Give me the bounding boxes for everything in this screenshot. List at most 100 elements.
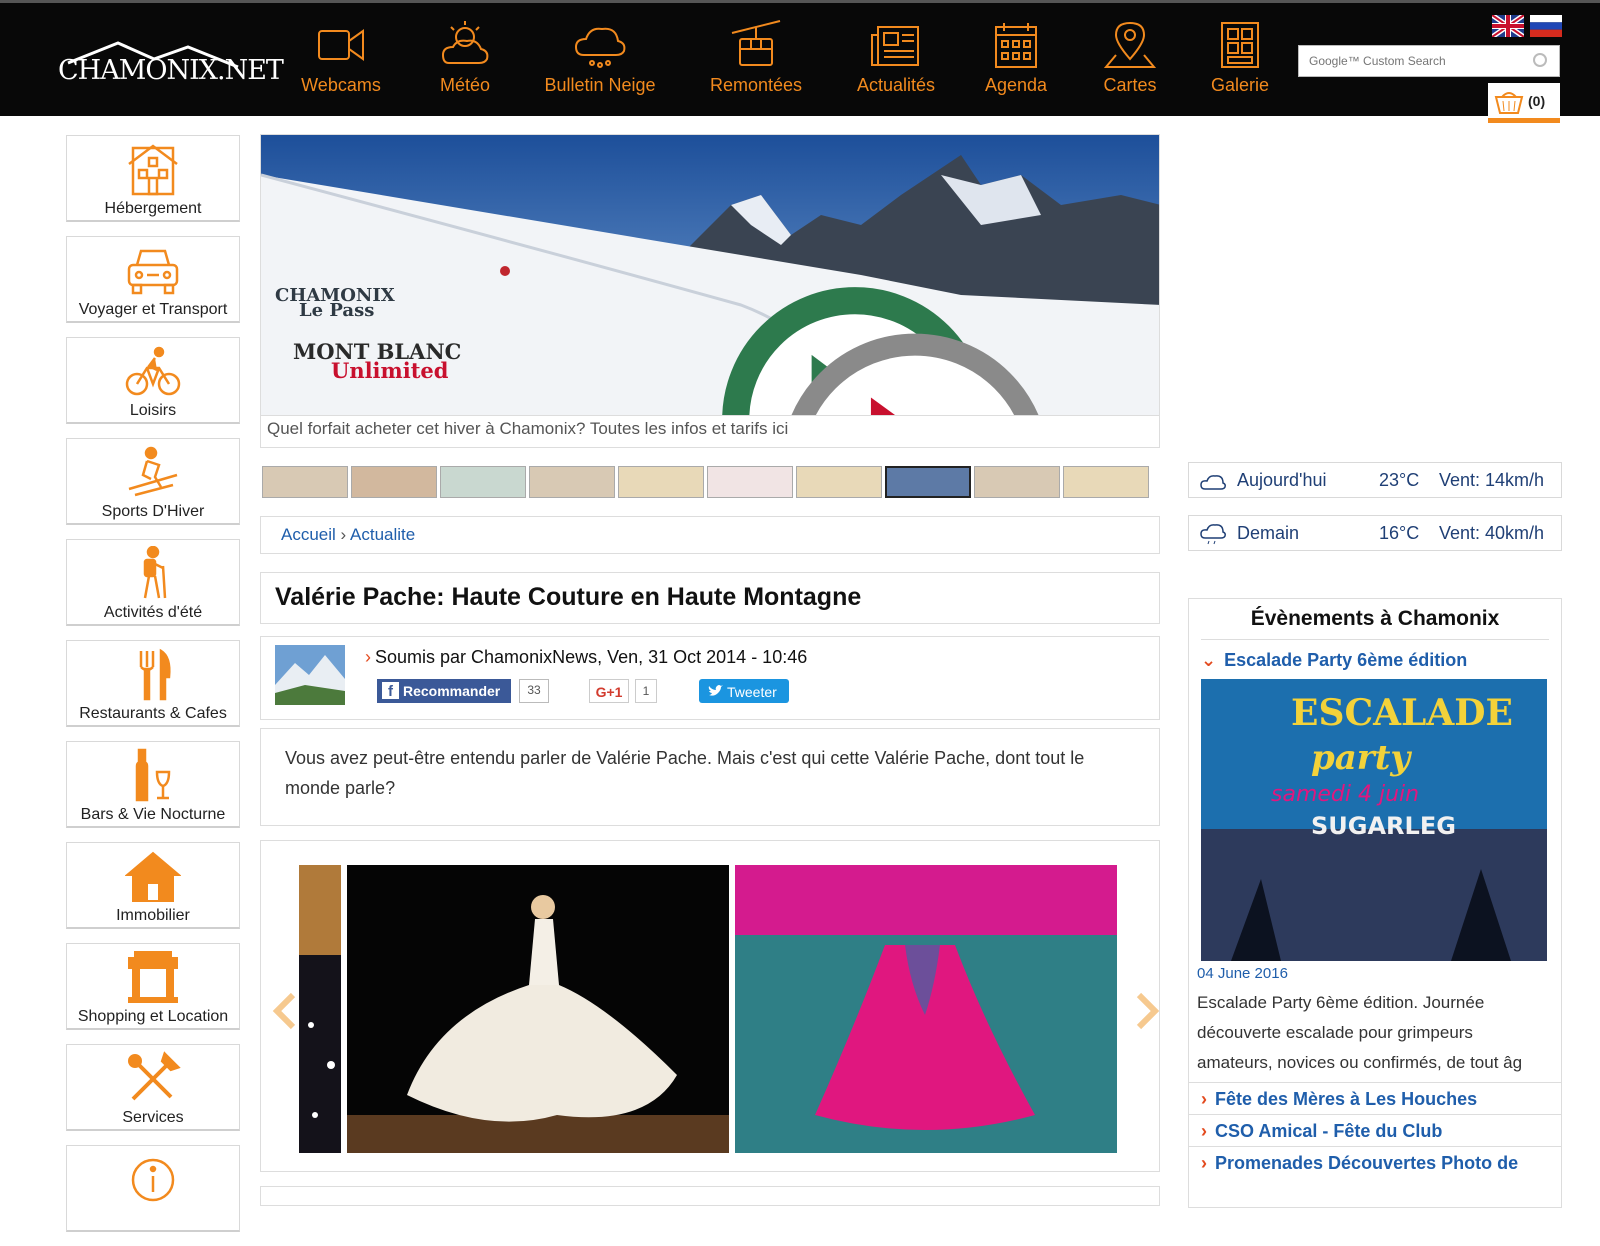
nav-actualites[interactable]: Actualités xyxy=(846,19,946,99)
newspaper-icon xyxy=(871,26,919,66)
weather-today[interactable]: Aujourd'hui 23°C Vent: 14km/h xyxy=(1188,462,1562,498)
carousel-photo-partial[interactable] xyxy=(299,865,341,1153)
gallery-icon xyxy=(1221,22,1259,68)
article-title: Valérie Pache: Haute Couture en Haute Mo… xyxy=(275,583,862,611)
breadcrumb-current-link[interactable]: Actualite xyxy=(350,525,415,544)
search-box xyxy=(1298,45,1560,77)
carousel-photo-dancer[interactable] xyxy=(347,865,729,1153)
banner-thumbnail[interactable] xyxy=(707,466,793,498)
search-input[interactable] xyxy=(1299,46,1519,76)
event-poster-image[interactable]: ESCALADE party samedi 4 juin SUGARLEG xyxy=(1201,679,1547,961)
sidebar-item-label: Voyager et Transport xyxy=(78,301,228,318)
cart-button[interactable]: (0) xyxy=(1488,83,1560,123)
sidebar-item-loisirs[interactable]: Loisirs xyxy=(66,337,240,424)
chevron-right-icon: › xyxy=(1201,1121,1207,1141)
nav-cartes[interactable]: Cartes xyxy=(1090,19,1170,99)
carousel-prev-arrow-icon[interactable] xyxy=(271,991,297,1031)
nav-bulletin-neige[interactable]: Bulletin Neige xyxy=(540,19,660,99)
skier-icon xyxy=(128,446,178,497)
sidebar-item-label: Activités d'été xyxy=(103,604,203,621)
sidebar-item-services[interactable]: Services xyxy=(66,1044,240,1131)
hero-banner[interactable]: CHAMONIX Le Pass MONT BLANC Unlimited xyxy=(260,134,1160,416)
banner-thumbnail[interactable] xyxy=(618,466,704,498)
facebook-label: Recommander xyxy=(403,683,501,699)
le-pass-logo: CHAMONIX Le Pass xyxy=(275,285,395,321)
breadcrumb-home-link[interactable]: Accueil xyxy=(281,525,336,544)
sidebar-item-label: Loisirs xyxy=(129,402,177,419)
banner-caption[interactable]: Quel forfait acheter cet hiver à Chamoni… xyxy=(260,416,1160,448)
event-link[interactable]: › Promenades Découvertes Photo de xyxy=(1189,1146,1561,1178)
cart-count: (0) xyxy=(1528,93,1546,109)
google-plus-count: 1 xyxy=(635,679,657,703)
language-switcher xyxy=(1490,15,1563,37)
nav-label: Remontées xyxy=(709,75,803,95)
poster-text: party xyxy=(1311,738,1412,778)
nav-agenda[interactable]: Agenda xyxy=(976,19,1056,99)
event-excerpt-line: Escalade Party 6ème édition. Journée xyxy=(1197,993,1485,1012)
photo-carousel xyxy=(260,840,1160,1172)
event-date: 04 June 2016 xyxy=(1197,965,1288,982)
byline: › Soumis par ChamonixNews, Ven, 31 Oct 20… xyxy=(365,647,807,668)
facebook-recommend-button[interactable]: f Recommander xyxy=(377,679,511,703)
search-icon[interactable] xyxy=(1531,51,1551,71)
site-logo[interactable]: CHAMONIX.NET xyxy=(58,37,284,87)
banner-thumbnail-active[interactable] xyxy=(885,466,971,498)
banner-thumbnail[interactable] xyxy=(262,466,348,498)
banner-thumbnail[interactable] xyxy=(1063,466,1149,498)
shop-icon xyxy=(128,951,178,1003)
banner-thumbnail[interactable] xyxy=(440,466,526,498)
sidebar-item-activites-ete[interactable]: Activités d'été xyxy=(66,539,240,626)
nav-remontees[interactable]: Remontées xyxy=(706,19,806,99)
mont-blanc-emblem-icon xyxy=(791,333,1039,415)
sidebar-item-sports-hiver[interactable]: Sports D'Hiver xyxy=(66,438,240,525)
poster-text: samedi 4 juin xyxy=(1271,782,1419,807)
sidebar-item-label: Sports D'Hiver xyxy=(101,503,205,520)
sidebar-item-restaurants[interactable]: Restaurants & Cafes xyxy=(66,640,240,727)
weather-tomorrow[interactable]: Demain 16°C Vent: 40km/h xyxy=(1188,515,1562,551)
banner-thumbnail[interactable] xyxy=(529,466,615,498)
event-featured-link[interactable]: ⌄ Escalade Party 6ème édition xyxy=(1201,650,1549,671)
nav-label: Webcams xyxy=(301,75,381,95)
sidebar-item-shopping[interactable]: Shopping et Location xyxy=(66,943,240,1030)
author-thumbnail[interactable] xyxy=(275,645,345,705)
carousel-photo-underwater[interactable] xyxy=(735,865,1117,1153)
article-lead: Vous avez peut-être entendu parler de Va… xyxy=(260,728,1160,826)
rain-cloud-icon xyxy=(1200,524,1226,545)
event-excerpt-line: amateurs, novices ou confirmés, de tout … xyxy=(1197,1053,1523,1072)
nav-galerie[interactable]: Galerie xyxy=(1200,19,1280,99)
sidebar-item-info[interactable] xyxy=(66,1145,240,1232)
uk-flag-icon[interactable] xyxy=(1492,15,1524,37)
banner-thumbnail[interactable] xyxy=(351,466,437,498)
calendar-icon xyxy=(995,23,1037,68)
sidebar-item-hebergement[interactable]: Hébergement xyxy=(66,135,240,222)
event-link[interactable]: › Fête des Mères à Les Houches xyxy=(1189,1082,1561,1114)
category-sidebar: Hébergement Voyager et Transport Loisirs… xyxy=(66,135,240,1246)
event-featured-title: Escalade Party 6ème édition xyxy=(1224,650,1468,670)
mont-blanc-unlimited-logo: MONT BLANC Unlimited xyxy=(293,339,461,383)
event-link-label: Promenades Découvertes Photo de xyxy=(1215,1153,1519,1173)
breadcrumb-separator: › xyxy=(340,525,347,544)
banner-thumbnail[interactable] xyxy=(974,466,1060,498)
banner-thumbnail[interactable] xyxy=(796,466,882,498)
weather-temp: 23°C xyxy=(1379,470,1420,490)
sidebar-item-immobilier[interactable]: Immobilier xyxy=(66,842,240,929)
sidebar-item-label: Restaurants & Cafes xyxy=(79,705,227,722)
google-plus-button[interactable]: G+1 xyxy=(589,679,629,703)
tweet-label: Tweeter xyxy=(727,684,777,700)
carousel-next-arrow-icon[interactable] xyxy=(1135,991,1160,1031)
sidebar-item-label: Services xyxy=(122,1109,184,1126)
brand-line: Unlimited xyxy=(331,358,449,383)
russia-flag-icon[interactable] xyxy=(1530,15,1563,37)
nav-webcams[interactable]: Webcams xyxy=(296,19,386,99)
sun-cloud-icon xyxy=(1200,475,1226,490)
chevron-right-icon: › xyxy=(365,647,371,667)
event-link[interactable]: › CSO Amical - Fête du Club xyxy=(1189,1114,1561,1146)
sidebar-item-transport[interactable]: Voyager et Transport xyxy=(66,236,240,323)
tweet-button[interactable]: Tweeter xyxy=(699,679,789,703)
chevron-right-icon: › xyxy=(1201,1153,1207,1173)
nav-meteo[interactable]: Météo xyxy=(420,19,510,99)
sidebar-item-bars[interactable]: Bars & Vie Nocturne xyxy=(66,741,240,828)
weather-day: Aujourd'hui xyxy=(1237,470,1327,490)
weather-wind: Vent: 14km/h xyxy=(1439,470,1545,490)
wine-icon xyxy=(135,748,171,802)
